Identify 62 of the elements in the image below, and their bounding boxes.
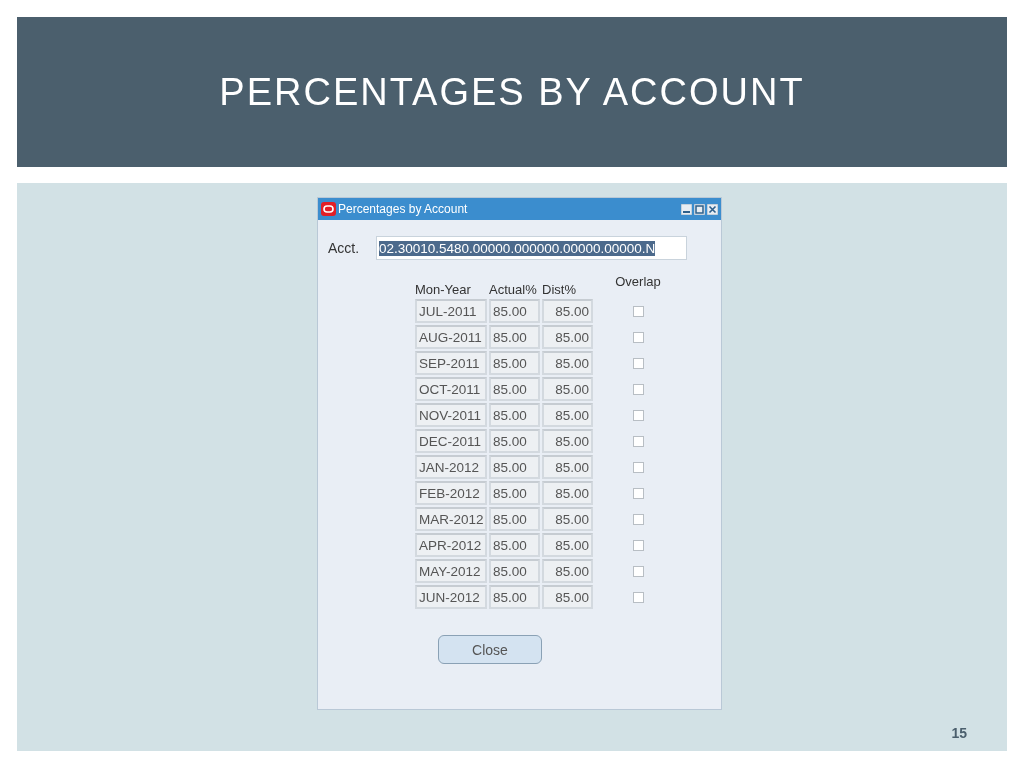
dist-cell[interactable]: 85.00: [542, 403, 593, 427]
dist-cell[interactable]: 85.00: [542, 377, 593, 401]
app-logo-icon: [321, 202, 336, 216]
overlap-checkbox[interactable]: [632, 383, 644, 395]
dist-cell[interactable]: 85.00: [542, 455, 593, 479]
month-cell[interactable]: DEC-2011: [415, 429, 487, 453]
column-header: Dist%: [542, 282, 577, 297]
dist-cell[interactable]: 85.00: [542, 325, 593, 349]
month-cell[interactable]: OCT-2011: [415, 377, 487, 401]
account-field[interactable]: 02.30010.5480.00000.000000.00000.00000.N: [376, 236, 687, 260]
maximize-icon[interactable]: [694, 203, 705, 215]
overlap-checkbox[interactable]: [632, 591, 644, 603]
overlap-checkbox[interactable]: [632, 305, 644, 317]
minimize-icon[interactable]: [681, 203, 692, 215]
month-cell[interactable]: FEB-2012: [415, 481, 487, 505]
overlap-checkbox[interactable]: [632, 461, 644, 473]
actual-cell[interactable]: 85.00: [489, 481, 540, 505]
month-cell[interactable]: NOV-2011: [415, 403, 487, 427]
slide-title: PERCENTAGES BY ACCOUNT: [219, 70, 805, 114]
month-cell[interactable]: JUL-2011: [415, 299, 487, 323]
overlap-checkbox[interactable]: [632, 539, 644, 551]
dist-cell[interactable]: 85.00: [542, 585, 593, 609]
month-cell[interactable]: APR-2012: [415, 533, 487, 557]
overlap-checkbox[interactable]: [632, 487, 644, 499]
overlap-checkbox[interactable]: [632, 409, 644, 421]
column-header: Actual%: [489, 282, 538, 297]
month-cell[interactable]: AUG-2011: [415, 325, 487, 349]
actual-cell[interactable]: 85.00: [489, 351, 540, 375]
overlap-checkbox[interactable]: [632, 565, 644, 577]
dist-cell[interactable]: 85.00: [542, 559, 593, 583]
page-number: 15: [951, 725, 967, 741]
overlap-checkbox[interactable]: [632, 331, 644, 343]
overlap-checkbox[interactable]: [632, 435, 644, 447]
dist-cell[interactable]: 85.00: [542, 351, 593, 375]
dist-cell[interactable]: 85.00: [542, 533, 593, 557]
actual-cell[interactable]: 85.00: [489, 507, 540, 531]
actual-cell[interactable]: 85.00: [489, 533, 540, 557]
account-label: Acct.: [328, 240, 361, 256]
dist-cell[interactable]: 85.00: [542, 481, 593, 505]
overlap-checkbox[interactable]: [632, 357, 644, 369]
close-button[interactable]: Close: [438, 635, 542, 664]
actual-cell[interactable]: 85.00: [489, 403, 540, 427]
column-header: Mon-Year: [415, 282, 472, 297]
actual-cell[interactable]: 85.00: [489, 377, 540, 401]
dist-cell[interactable]: 85.00: [542, 299, 593, 323]
month-cell[interactable]: MAR-2012: [415, 507, 487, 531]
actual-cell[interactable]: 85.00: [489, 585, 540, 609]
actual-cell[interactable]: 85.00: [489, 429, 540, 453]
dist-cell[interactable]: 85.00: [542, 429, 593, 453]
month-cell[interactable]: JUN-2012: [415, 585, 487, 609]
close-icon[interactable]: [707, 203, 718, 215]
month-cell[interactable]: MAY-2012: [415, 559, 487, 583]
actual-cell[interactable]: 85.00: [489, 455, 540, 479]
month-cell[interactable]: JAN-2012: [415, 455, 487, 479]
window-title: Percentages by Account: [338, 202, 469, 216]
actual-cell[interactable]: 85.00: [489, 299, 540, 323]
actual-cell[interactable]: 85.00: [489, 559, 540, 583]
overlap-checkbox[interactable]: [632, 513, 644, 525]
actual-cell[interactable]: 85.00: [489, 325, 540, 349]
dist-cell[interactable]: 85.00: [542, 507, 593, 531]
month-cell[interactable]: SEP-2011: [415, 351, 487, 375]
column-header: Overlap: [614, 274, 662, 289]
